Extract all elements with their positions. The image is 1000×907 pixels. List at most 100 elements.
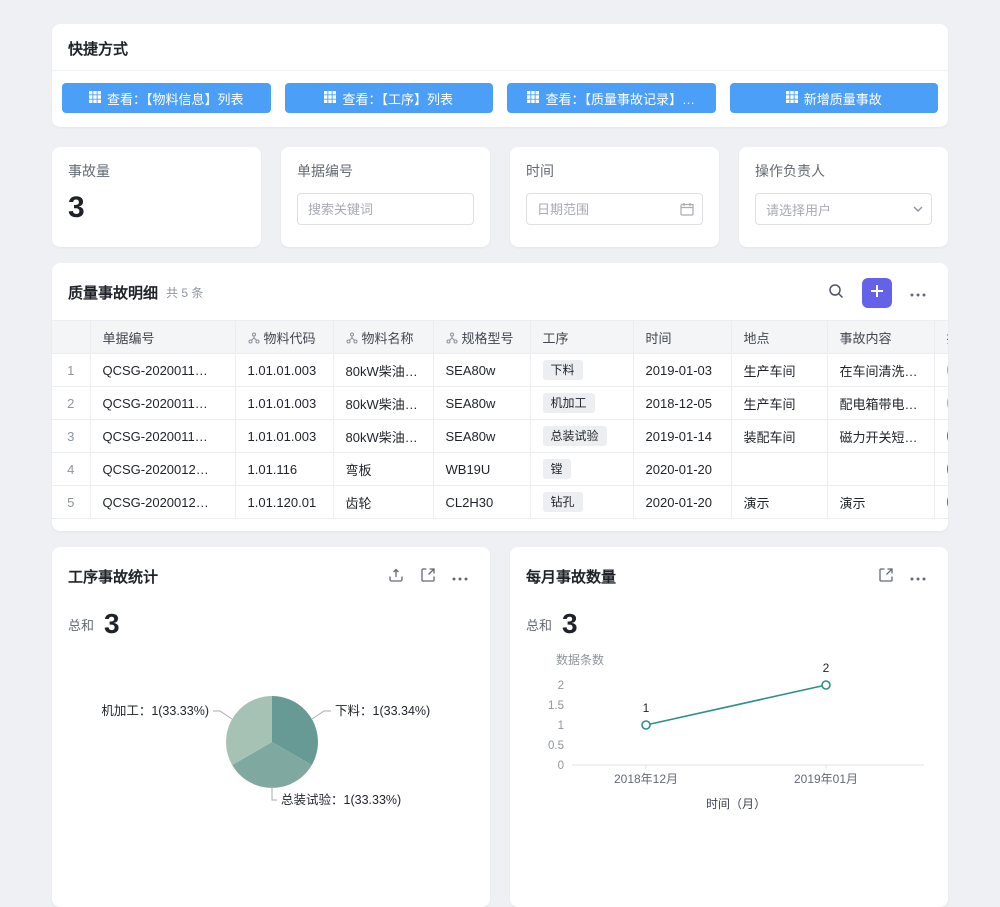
- avatar: [947, 358, 949, 382]
- cell-operator: [934, 420, 948, 453]
- cell-material-name: 弯板: [333, 453, 433, 486]
- table-row[interactable]: 4 QCSG-2020012… 1.01.116 弯板 WB19U 镗 2020…: [52, 453, 948, 486]
- col-content[interactable]: 事故内容: [827, 321, 934, 354]
- cell-spec: WB19U: [433, 453, 530, 486]
- cell-content: 配电箱带电…: [827, 387, 934, 420]
- shortcut-view-quality-records-button[interactable]: 查看：【质量事故记录】…: [507, 83, 716, 113]
- grid-icon: [527, 91, 539, 106]
- cell-material-code: 1.01.01.003: [235, 354, 333, 387]
- relation-icon: [248, 332, 260, 344]
- calendar-icon: [680, 202, 694, 216]
- chevron-down-icon: [913, 206, 923, 212]
- grid-icon: [786, 91, 798, 106]
- col-index: [52, 321, 90, 354]
- expand-icon: [878, 567, 894, 586]
- more-button[interactable]: [904, 279, 932, 306]
- search-button[interactable]: [822, 277, 850, 308]
- shortcut-add-accident-button[interactable]: 新增质量事故: [730, 83, 939, 113]
- y-axis-title: 数据条数: [556, 652, 604, 667]
- cell-doc-no: QCSG-2020011…: [90, 354, 235, 387]
- shortcut-view-process-button[interactable]: 查看：【工序】列表: [285, 83, 494, 113]
- cell-time: 2020-01-20: [633, 453, 731, 486]
- col-operator[interactable]: 操作负责人: [934, 321, 948, 354]
- shortcut-view-materials-button[interactable]: 查看：【物料信息】列表: [62, 83, 271, 113]
- total-label: 总和: [68, 615, 94, 634]
- cell-operator: [934, 387, 948, 420]
- stat-value: 3: [68, 193, 245, 223]
- data-point[interactable]: [822, 681, 830, 689]
- col-material-code[interactable]: 物料代码: [235, 321, 333, 354]
- cell-doc-no: QCSG-2020012…: [90, 486, 235, 519]
- cell-process: 钻孔: [530, 486, 633, 519]
- shortcut-label: 查看：【物料信息】列表: [107, 89, 244, 108]
- cell-spec: SEA80w: [433, 420, 530, 453]
- relation-icon: [446, 332, 458, 344]
- col-time[interactable]: 时间: [633, 321, 731, 354]
- cell-spec: SEA80w: [433, 354, 530, 387]
- accidents-table: 单据编号 物料代码 物料名称 规格型号 工序 时间 地点 事故内容 操作负责人 …: [52, 320, 948, 519]
- point-value-label: 2: [823, 661, 830, 675]
- table-row[interactable]: 5 QCSG-2020012… 1.01.120.01 齿轮 CL2H30 钻孔…: [52, 486, 948, 519]
- plus-icon: [870, 284, 884, 301]
- grid-icon: [89, 91, 101, 106]
- col-doc-no[interactable]: 单据编号: [90, 321, 235, 354]
- table-row[interactable]: 1 QCSG-2020011… 1.01.01.003 80kW柴油… SEA8…: [52, 354, 948, 387]
- avatar: [947, 391, 949, 415]
- monthly-line-chart: 数据条数 2 1.5 1 0.5 0 1 2 2018年12月 2019年01月…: [526, 650, 932, 810]
- x-tick-label: 2018年12月: [614, 772, 678, 786]
- cell-material-name: 80kW柴油…: [333, 387, 433, 420]
- avatar: [947, 490, 949, 514]
- search-icon: [828, 283, 844, 302]
- cell-material-name: 80kW柴油…: [333, 420, 433, 453]
- pie-leader-line: [272, 788, 277, 800]
- col-spec[interactable]: 规格型号: [433, 321, 530, 354]
- process-tag: 下料: [543, 360, 583, 380]
- cell-content: 在车间清洗…: [827, 354, 934, 387]
- cell-spec: CL2H30: [433, 486, 530, 519]
- cell-material-name: 齿轮: [333, 486, 433, 519]
- cell-operator: [934, 354, 948, 387]
- total-value: 3: [104, 610, 120, 638]
- grid-icon: [324, 91, 336, 106]
- row-index: 3: [52, 420, 90, 453]
- date-range-input[interactable]: [526, 193, 703, 225]
- user-select-placeholder: 请选择用户: [766, 200, 831, 219]
- line-series: [646, 685, 826, 725]
- doc-no-search-input[interactable]: [297, 193, 474, 225]
- more-icon: [910, 285, 926, 300]
- col-place[interactable]: 地点: [731, 321, 827, 354]
- more-button[interactable]: [904, 563, 932, 590]
- cell-process: 机加工: [530, 387, 633, 420]
- pie-leader-line: [213, 711, 232, 719]
- col-material-name[interactable]: 物料名称: [333, 321, 433, 354]
- table-row[interactable]: 3 QCSG-2020011… 1.01.01.003 80kW柴油… SEA8…: [52, 420, 948, 453]
- expand-button[interactable]: [872, 561, 900, 592]
- export-icon: [388, 567, 404, 586]
- table-row[interactable]: 2 QCSG-2020011… 1.01.01.003 80kW柴油… SEA8…: [52, 387, 948, 420]
- filter-label: 操作负责人: [755, 161, 932, 181]
- row-index: 5: [52, 486, 90, 519]
- shortcut-label: 查看：【质量事故记录】…: [545, 89, 695, 108]
- cell-doc-no: QCSG-2020011…: [90, 420, 235, 453]
- table-scroll-area[interactable]: 单据编号 物料代码 物料名称 规格型号 工序 时间 地点 事故内容 操作负责人 …: [52, 320, 948, 519]
- cell-doc-no: QCSG-2020012…: [90, 453, 235, 486]
- expand-button[interactable]: [414, 561, 442, 592]
- more-button[interactable]: [446, 563, 474, 590]
- cell-material-code: 1.01.01.003: [235, 387, 333, 420]
- data-point[interactable]: [642, 721, 650, 729]
- relation-icon: [346, 332, 358, 344]
- add-record-button[interactable]: [862, 278, 892, 308]
- user-select[interactable]: 请选择用户: [755, 193, 932, 225]
- export-button[interactable]: [382, 561, 410, 592]
- cell-time: 2018-12-05: [633, 387, 731, 420]
- pie-label-xialiao: 下料：1(33.34%): [335, 704, 430, 718]
- col-process[interactable]: 工序: [530, 321, 633, 354]
- process-tag: 总装试验: [543, 426, 607, 446]
- cell-time: 2019-01-03: [633, 354, 731, 387]
- row-index: 1: [52, 354, 90, 387]
- shortcuts-title: 快捷方式: [52, 24, 948, 71]
- cell-content: 磁力开关短…: [827, 420, 934, 453]
- cell-content: 演示: [827, 486, 934, 519]
- cell-place: 演示: [731, 486, 827, 519]
- total-label: 总和: [526, 615, 552, 634]
